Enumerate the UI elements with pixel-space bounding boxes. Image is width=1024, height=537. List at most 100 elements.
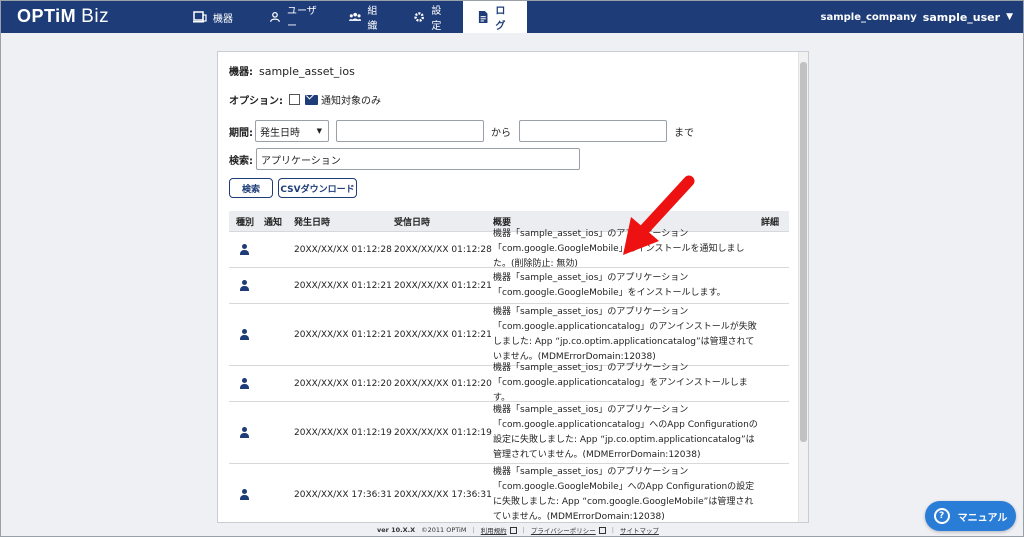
nav-item-organization[interactable]: 組織 (335, 1, 399, 33)
vertical-scrollbar[interactable] (798, 52, 808, 522)
top-navigation-bar: OPTiM Biz 機器 ユーザー 組織 設定 ログ sample_compan… (1, 1, 1023, 33)
privacy-link[interactable]: プライバシーポリシー (531, 525, 596, 535)
device-value: sample_asset_ios (259, 65, 355, 78)
table-row[interactable]: 20XX/XX/XX 01:12:19 20XX/XX/XX 01:12:19 … (229, 401, 789, 463)
gear-icon (414, 12, 424, 22)
header-occurred: 発生日時 (294, 217, 331, 228)
cell-occurred: 20XX/XX/XX 01:12:21 (294, 280, 392, 291)
nav-label: 組織 (367, 6, 378, 32)
period-from-input[interactable] (336, 120, 484, 142)
cell-type (229, 280, 259, 291)
user-name: sample_user (922, 10, 1001, 24)
person-icon (239, 427, 249, 438)
nav-label: ユーザー (286, 6, 317, 32)
period-to-suffix: まで (674, 127, 694, 139)
action-buttons: 検索 CSVダウンロード (229, 178, 357, 198)
cell-type (229, 244, 259, 255)
table-row[interactable]: 20XX/XX/XX 01:12:20 20XX/XX/XX 01:12:20 … (229, 363, 789, 403)
footer-divider: | (472, 526, 475, 534)
search-input[interactable]: アプリケーション (256, 148, 580, 170)
footer-divider: | (611, 526, 614, 534)
search-button[interactable]: 検索 (229, 178, 273, 198)
cell-received: 20XX/XX/XX 01:12:21 (394, 280, 492, 291)
person-icon (239, 329, 249, 340)
table-row[interactable]: 20XX/XX/XX 01:12:21 20XX/XX/XX 01:12:21 … (229, 267, 789, 303)
period-row: 期間: 発生日時 ▼ から まで (229, 120, 694, 142)
question-icon: ? (933, 508, 950, 524)
main-nav: 機器 ユーザー 組織 設定 ログ (179, 1, 527, 33)
device-label: 機器: (229, 67, 253, 78)
sitemap-link[interactable]: サイトマップ (620, 525, 659, 535)
cell-type (229, 489, 259, 500)
footer-divider: | (522, 526, 525, 534)
header-type: 種別 (236, 217, 255, 228)
nav-label: 設定 (431, 6, 442, 32)
external-link-icon (509, 526, 517, 534)
cell-summary: 機器「sample_asset_ios」のアプリケーション「com.google… (493, 466, 755, 522)
header-notify: 通知 (264, 217, 283, 228)
version-text: ver 10.X.X (377, 526, 416, 534)
nav-item-devices[interactable]: 機器 (179, 1, 255, 33)
log-panel: 機器: sample_asset_ios オプション: 通知対象のみ 期間: 発生… (217, 51, 809, 523)
cell-received: 20XX/XX/XX 01:12:19 (394, 427, 492, 438)
period-label: 期間: (229, 127, 253, 139)
device-icon (193, 11, 207, 23)
cell-received: 20XX/XX/XX 01:12:20 (394, 378, 492, 389)
cell-occurred: 20XX/XX/XX 17:36:31 (294, 489, 392, 500)
scrollbar-thumb[interactable] (800, 62, 807, 442)
red-arrow-annotation (623, 175, 695, 255)
device-row: 機器: sample_asset_ios (229, 63, 355, 78)
cell-occurred: 20XX/XX/XX 01:12:20 (294, 378, 392, 389)
log-icon (478, 11, 488, 23)
csv-download-button[interactable]: CSVダウンロード (278, 178, 357, 198)
manual-button[interactable]: ? マニュアル (925, 501, 1016, 531)
option-label: オプション: (229, 96, 283, 107)
period-from-suffix: から (491, 127, 511, 139)
cell-received: 20XX/XX/XX 17:36:31 (394, 489, 492, 500)
header-received: 受信日時 (394, 217, 431, 228)
notify-only-checkbox[interactable] (289, 94, 300, 105)
period-type-select[interactable]: 発生日時 ▼ (255, 120, 329, 142)
terms-link[interactable]: 利用規約 (481, 525, 507, 535)
brand-name: OPTiM (17, 6, 77, 26)
chevron-down-icon: ▼ (1006, 12, 1013, 22)
table-row[interactable]: 20XX/XX/XX 17:36:31 20XX/XX/XX 17:36:31 … (229, 463, 789, 522)
nav-item-settings[interactable]: 設定 (399, 1, 463, 33)
external-link-icon (598, 526, 606, 534)
footer: ver 10.X.X ©2011 OPTiM | 利用規約 | プライバシーポリ… (377, 524, 659, 536)
cell-summary: 機器「sample_asset_ios」のアプリケーション「com.google… (493, 404, 758, 460)
cell-occurred: 20XX/XX/XX 01:12:19 (294, 427, 392, 438)
period-type-value: 発生日時 (260, 127, 300, 139)
person-icon (239, 244, 249, 255)
copyright-text: ©2011 OPTiM (421, 526, 467, 534)
option-row: オプション: 通知対象のみ (229, 92, 381, 107)
person-icon (239, 280, 249, 291)
table-row[interactable]: 20XX/XX/XX 01:12:21 20XX/XX/XX 01:12:21 … (229, 303, 789, 365)
period-to-input[interactable] (519, 120, 667, 142)
manual-label: マニュアル (957, 512, 1008, 524)
cell-summary: 機器「sample_asset_ios」のアプリケーション「com.google… (493, 272, 726, 298)
account-menu[interactable]: sample_company sample_user ▼ (821, 1, 1013, 33)
user-icon (270, 11, 280, 22)
mail-icon (305, 94, 318, 105)
cell-received: 20XX/XX/XX 01:12:21 (394, 329, 492, 340)
search-row: 検索: アプリケーション (229, 148, 580, 170)
nav-item-log[interactable]: ログ (463, 1, 527, 33)
notify-only-label[interactable]: 通知対象のみ (321, 92, 381, 107)
organization-icon (349, 12, 362, 21)
cell-occurred: 20XX/XX/XX 01:12:21 (294, 329, 392, 340)
cell-occurred: 20XX/XX/XX 01:12:28 (294, 244, 392, 255)
cell-type (229, 427, 259, 438)
company-name: sample_company (820, 11, 917, 23)
nav-label: ログ (495, 6, 506, 32)
optim-biz-logo[interactable]: OPTiM Biz (17, 6, 109, 28)
person-icon (239, 378, 249, 389)
table-row[interactable]: 20XX/XX/XX 01:12:28 20XX/XX/XX 01:12:28 … (229, 229, 789, 269)
search-label: 検索: (229, 155, 253, 167)
person-icon (239, 489, 249, 500)
chevron-down-icon: ▼ (316, 127, 322, 135)
nav-item-users[interactable]: ユーザー (255, 1, 335, 33)
cell-type (229, 378, 259, 389)
log-table: 種別 通知 発生日時 受信日時 概要 詳細 20XX/XX/XX 01:12:2… (229, 211, 789, 522)
product-name: Biz (81, 6, 110, 27)
